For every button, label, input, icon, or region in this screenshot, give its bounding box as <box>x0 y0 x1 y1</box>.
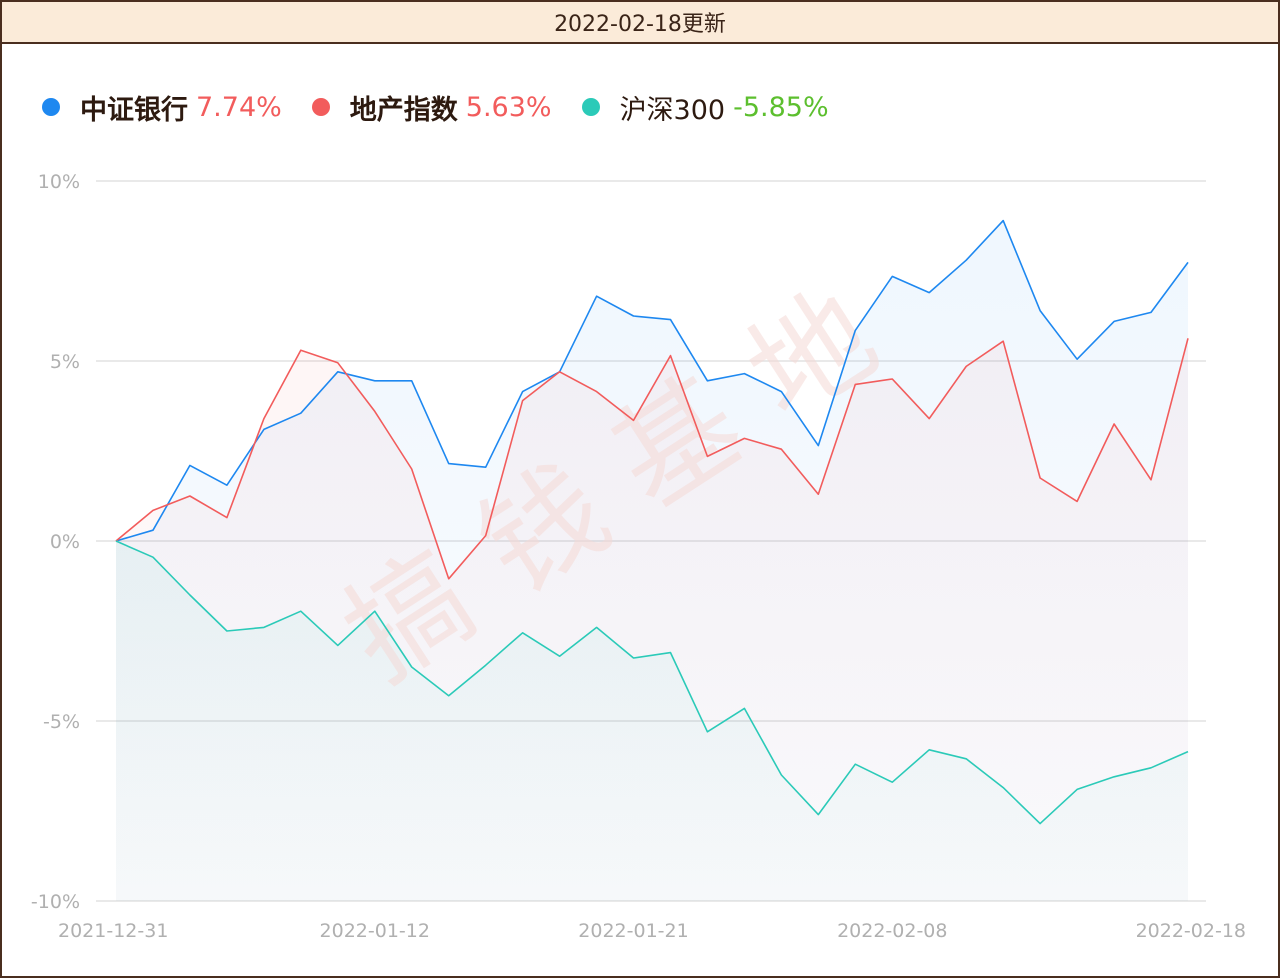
y-tick-label: -10% <box>31 891 80 913</box>
x-tick-label: 2022-02-08 <box>837 920 947 942</box>
line-chart: 搞钱基地 10%5%0%-5%-10%2021-12-31 2022-01-12 2… <box>31 171 1246 942</box>
x-tick-label: 2022-01-12 <box>320 920 430 942</box>
y-tick-label: 5% <box>50 351 80 373</box>
area-layer <box>116 220 1188 902</box>
y-tick-label: -5% <box>43 711 80 733</box>
x-tick-label: 2022-01-21 <box>578 920 688 942</box>
y-tick-label: 0% <box>50 531 80 553</box>
x-tick-label: 2022-02-18 <box>1136 920 1246 942</box>
x-tick-label: 2021-12-31 <box>58 920 168 942</box>
y-tick-label: 10% <box>38 171 80 193</box>
